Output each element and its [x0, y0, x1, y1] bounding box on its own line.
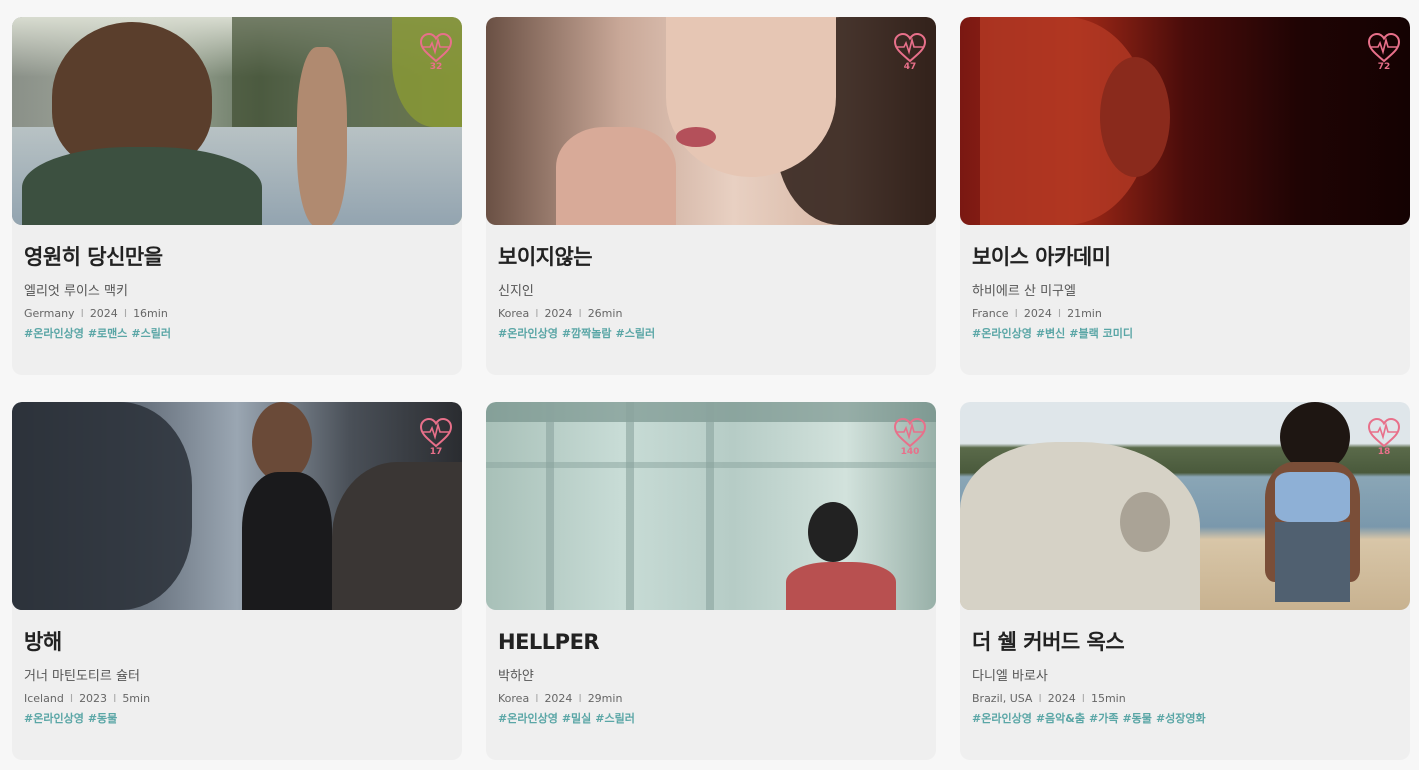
- tag[interactable]: #스릴러: [595, 712, 635, 725]
- tag[interactable]: #로맨스: [88, 327, 128, 340]
- film-meta: Iceland I 2023 I 5min: [24, 692, 151, 705]
- film-director: 하비에르 산 미구엘: [972, 284, 1076, 299]
- film-runtime: 21min: [1067, 307, 1102, 320]
- tag[interactable]: #음악&춤: [1036, 712, 1085, 725]
- film-card[interactable]: 47 보이지않는 신지인 Korea I 2024 I 26min #온라인상영 #깜짝놀…: [486, 17, 936, 375]
- film-card[interactable]: 32 영원히 당신만을 엘리엇 루이스 맥키 Germany I 2024 I 16mi…: [12, 17, 462, 375]
- tag[interactable]: #온라인상영: [24, 327, 84, 340]
- film-country: Germany: [24, 307, 75, 320]
- film-card[interactable]: 72 보이스 아카데미 하비에르 산 미구엘 France I 2024 I 21min…: [960, 17, 1410, 375]
- film-director: 박하얀: [498, 669, 534, 684]
- like-badge[interactable]: 32: [418, 33, 454, 72]
- film-runtime: 15min: [1090, 692, 1126, 705]
- film-thumbnail[interactable]: 47: [486, 17, 936, 225]
- like-count: 47: [903, 62, 917, 72]
- like-badge[interactable]: 72: [1366, 33, 1402, 72]
- film-title[interactable]: 영원히 당신만을: [24, 239, 450, 275]
- like-count: 18: [1377, 447, 1391, 457]
- film-runtime: 5min: [122, 692, 151, 705]
- like-count: 32: [429, 62, 443, 72]
- film-year: 2024: [89, 307, 118, 320]
- tag[interactable]: #변신: [1036, 327, 1065, 340]
- film-thumbnail[interactable]: 72: [960, 17, 1410, 225]
- heart-pulse-icon: [893, 418, 927, 448]
- film-director: 거너 마틴도티르 슐터: [24, 669, 140, 684]
- film-title[interactable]: 방해: [24, 624, 450, 660]
- heart-pulse-icon: [419, 33, 453, 63]
- film-card[interactable]: 140 HELLPER 박하얀 Korea I 2024 I 29min #온라인상영 #…: [486, 402, 936, 760]
- film-title[interactable]: 더 쉘 커버드 옥스: [972, 624, 1398, 660]
- heart-pulse-icon: [1367, 418, 1401, 448]
- film-card[interactable]: 18 더 쉘 커버드 옥스 다니엘 바로사 Brazil, USA I 2024 I 1…: [960, 402, 1410, 760]
- film-thumbnail[interactable]: 32: [12, 17, 462, 225]
- tag[interactable]: #성장영화: [1156, 712, 1206, 725]
- film-title[interactable]: HELLPER: [498, 624, 924, 660]
- film-year: 2024: [1047, 692, 1076, 705]
- film-country: Korea: [498, 692, 530, 705]
- film-country: France: [972, 307, 1009, 320]
- tag[interactable]: #스릴러: [131, 327, 171, 340]
- heart-pulse-icon: [1367, 33, 1401, 63]
- film-meta: Korea I 2024 I 29min: [498, 692, 623, 705]
- film-thumbnail[interactable]: 18: [960, 402, 1410, 610]
- film-runtime: 26min: [587, 307, 623, 320]
- like-badge[interactable]: 140: [892, 418, 928, 457]
- film-meta: Germany I 2024 I 16min: [24, 307, 168, 320]
- film-director: 신지인: [498, 284, 534, 299]
- film-tags: #온라인상영 #동물: [24, 711, 450, 726]
- film-director: 다니엘 바로사: [972, 669, 1048, 684]
- film-thumbnail[interactable]: 140: [486, 402, 936, 610]
- tag[interactable]: #온라인상영: [972, 327, 1032, 340]
- film-tags: #온라인상영 #깜짝놀람 #스릴러: [498, 326, 924, 341]
- tag[interactable]: #밀실: [562, 712, 591, 725]
- film-year: 2024: [544, 307, 573, 320]
- tag[interactable]: #동물: [1122, 712, 1151, 725]
- film-thumbnail[interactable]: 17: [12, 402, 462, 610]
- tag[interactable]: #온라인상영: [24, 712, 84, 725]
- like-count: 140: [900, 447, 920, 457]
- film-year: 2023: [79, 692, 108, 705]
- film-title[interactable]: 보이스 아카데미: [972, 239, 1398, 275]
- like-badge[interactable]: 17: [418, 418, 454, 457]
- film-country: Iceland: [24, 692, 64, 705]
- film-country: Korea: [498, 307, 530, 320]
- film-director: 엘리엇 루이스 맥키: [24, 284, 128, 299]
- tag[interactable]: #깜짝놀람: [562, 327, 612, 340]
- film-meta: France I 2024 I 21min: [972, 307, 1102, 320]
- tag[interactable]: #블랙 코미디: [1069, 327, 1133, 340]
- tag[interactable]: #온라인상영: [498, 327, 558, 340]
- film-tags: #온라인상영 #밀실 #스릴러: [498, 711, 924, 726]
- film-tags: #온라인상영 #로맨스 #스릴러: [24, 326, 450, 341]
- film-card[interactable]: 17 방해 거너 마틴도티르 슐터 Iceland I 2023 I 5min #온라인…: [12, 402, 462, 760]
- tag[interactable]: #동물: [88, 712, 117, 725]
- heart-pulse-icon: [419, 418, 453, 448]
- like-count: 72: [1377, 62, 1391, 72]
- film-title[interactable]: 보이지않는: [498, 239, 924, 275]
- heart-pulse-icon: [893, 33, 927, 63]
- film-year: 2024: [1023, 307, 1052, 320]
- film-country: Brazil, USA: [972, 692, 1033, 705]
- film-tags: #온라인상영 #변신 #블랙 코미디: [972, 326, 1398, 341]
- film-tags: #온라인상영 #음악&춤 #가족 #동물 #성장영화: [972, 711, 1398, 726]
- film-runtime: 29min: [587, 692, 623, 705]
- tag[interactable]: #가족: [1089, 712, 1118, 725]
- film-meta: Korea I 2024 I 26min: [498, 307, 623, 320]
- film-grid: 32 영원히 당신만을 엘리엇 루이스 맥키 Germany I 2024 I 16mi…: [0, 0, 1419, 770]
- like-badge[interactable]: 18: [1366, 418, 1402, 457]
- tag[interactable]: #온라인상영: [972, 712, 1032, 725]
- film-year: 2024: [544, 692, 573, 705]
- tag[interactable]: #온라인상영: [498, 712, 558, 725]
- like-badge[interactable]: 47: [892, 33, 928, 72]
- film-meta: Brazil, USA I 2024 I 15min: [972, 692, 1126, 705]
- tag[interactable]: #스릴러: [616, 327, 656, 340]
- film-runtime: 16min: [133, 307, 168, 320]
- like-count: 17: [429, 447, 443, 457]
